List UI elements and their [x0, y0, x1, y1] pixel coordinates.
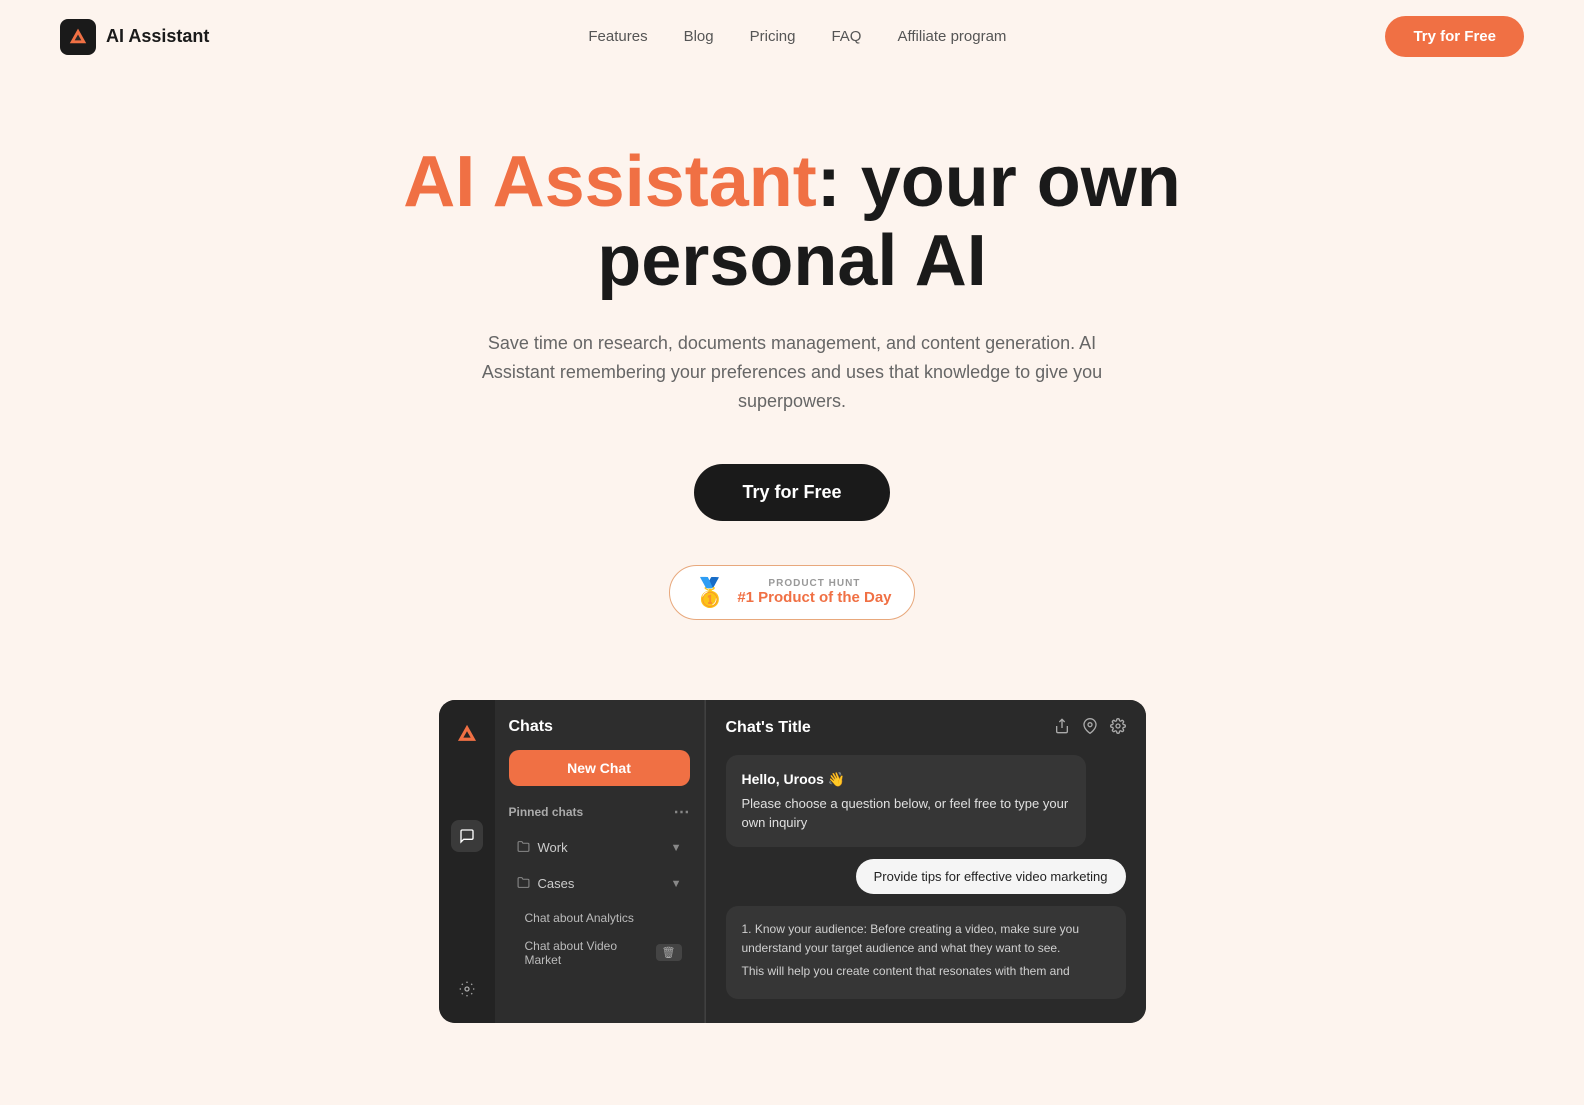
ph-label: PRODUCT HUNT — [737, 578, 891, 589]
pin-icon[interactable] — [1082, 718, 1098, 739]
greeting-text: Hello, Uroos 👋 — [742, 769, 1070, 790]
logo: AI Assistant — [60, 19, 209, 55]
ph-text: PRODUCT HUNT #1 Product of the Day — [737, 578, 891, 607]
nav-affiliate[interactable]: Affiliate program — [897, 28, 1006, 45]
hero-title: AI Assistant: your ownpersonal AI — [40, 143, 1544, 301]
folder-cases[interactable]: Cases ▼ — [509, 868, 690, 900]
hero-cta-button[interactable]: Try for Free — [694, 464, 889, 521]
logo-icon — [60, 19, 96, 55]
folder-cases-left: Cases — [517, 876, 575, 892]
hero-title-accent: AI Assistant — [403, 142, 816, 222]
sidebar-icons — [439, 700, 495, 1024]
pinned-options-icon[interactable]: ⋯ — [674, 802, 690, 822]
sidebar-logo-icon — [451, 718, 483, 750]
ph-title: #1 Product of the Day — [737, 589, 891, 606]
nav-blog[interactable]: Blog — [684, 28, 714, 45]
product-hunt-badge: 🥇 PRODUCT HUNT #1 Product of the Day — [669, 565, 914, 620]
folder-work[interactable]: Work ▼ — [509, 832, 690, 864]
logo-text: AI Assistant — [106, 26, 209, 47]
folder-work-icon — [517, 840, 530, 856]
response-line-2: This will help you create content that r… — [742, 962, 1110, 981]
chat-main: Chat's Title Hello, Uroos 👋 Please cho — [706, 700, 1146, 1024]
share-icon[interactable] — [1054, 718, 1070, 739]
folder-cases-label: Cases — [538, 876, 575, 891]
sidebar-bottom-icon[interactable] — [451, 973, 483, 1005]
chats-panel: Chats New Chat Pinned chats ⋯ Work ▼ — [495, 700, 705, 1024]
nav-features[interactable]: Features — [588, 28, 647, 45]
nav-pricing[interactable]: Pricing — [750, 28, 796, 45]
folder-work-left: Work — [517, 840, 568, 856]
nav-cta-button[interactable]: Try for Free — [1385, 16, 1524, 57]
chat-item-analytics-label: Chat about Analytics — [525, 911, 634, 925]
pinned-label-text: Pinned chats — [509, 805, 584, 819]
chat-actions — [1054, 718, 1126, 739]
chat-item-analytics[interactable]: Chat about Analytics — [517, 904, 690, 932]
greeting-bubble: Hello, Uroos 👋 Please choose a question … — [726, 755, 1086, 847]
ph-medal: 🥇 — [692, 576, 727, 609]
sidebar-chat-icon[interactable] — [451, 820, 483, 852]
app-preview-wrapper: Chats New Chat Pinned chats ⋯ Work ▼ — [0, 670, 1584, 1064]
new-chat-button[interactable]: New Chat — [509, 750, 690, 786]
chats-header: Chats — [509, 718, 690, 736]
folder-work-chevron: ▼ — [671, 842, 682, 854]
greeting-sub: Please choose a question below, or feel … — [742, 794, 1070, 833]
hero-section: AI Assistant: your ownpersonal AI Save t… — [0, 73, 1584, 670]
folder-cases-icon — [517, 876, 530, 892]
delete-chat-button[interactable]: 🗑 — [656, 944, 682, 961]
folder-cases-chevron: ▼ — [671, 878, 682, 890]
app-preview: Chats New Chat Pinned chats ⋯ Work ▼ — [439, 700, 1146, 1024]
response-bubble: 1. Know your audience: Before creating a… — [726, 906, 1126, 1000]
hero-subtitle: Save time on research, documents managem… — [472, 329, 1112, 415]
pinned-label: Pinned chats ⋯ — [509, 802, 690, 822]
navbar: AI Assistant Features Blog Pricing FAQ A… — [0, 0, 1584, 73]
chat-topbar: Chat's Title — [726, 718, 1126, 739]
user-message: Provide tips for effective video marketi… — [856, 859, 1126, 894]
chat-title: Chat's Title — [726, 719, 811, 737]
nav-links: Features Blog Pricing FAQ Affiliate prog… — [588, 28, 1006, 46]
response-line-1: 1. Know your audience: Before creating a… — [742, 920, 1110, 958]
folder-work-label: Work — [538, 840, 568, 855]
chat-item-video[interactable]: Chat about Video Market 🗑 — [517, 932, 690, 974]
chat-item-video-label: Chat about Video Market — [525, 939, 656, 967]
nav-faq[interactable]: FAQ — [831, 28, 861, 45]
settings-icon[interactable] — [1110, 718, 1126, 739]
